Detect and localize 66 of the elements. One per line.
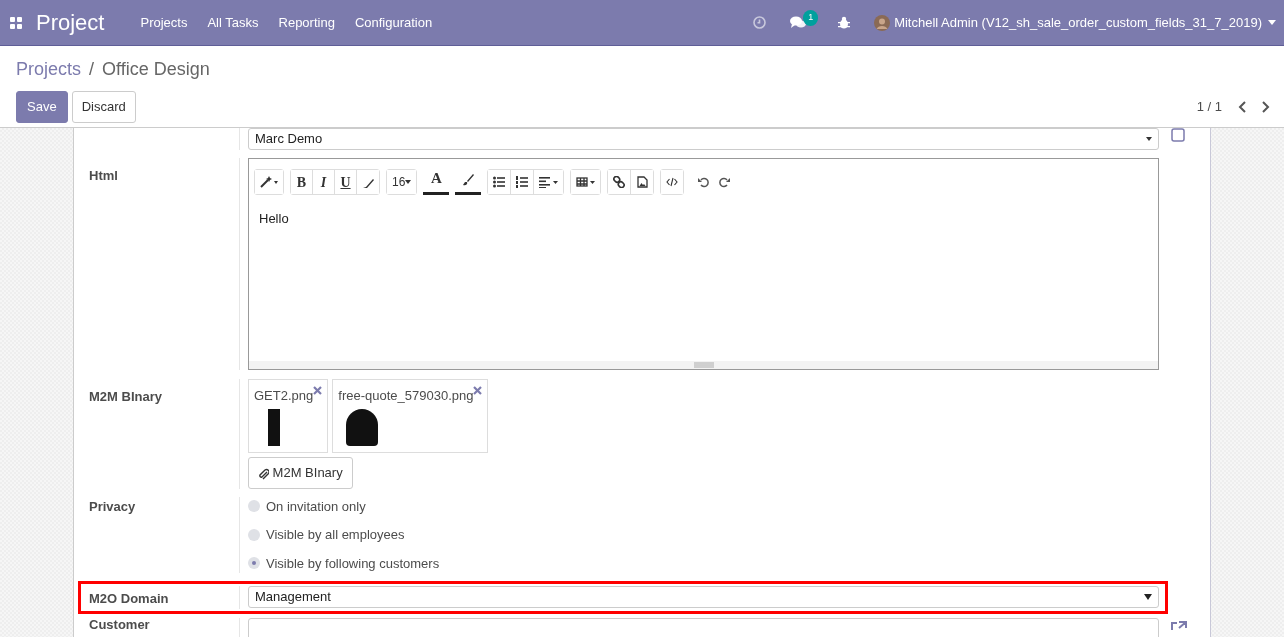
chat-bubbles-icon[interactable]: [790, 16, 807, 29]
dropdown-caret-icon: [1144, 594, 1152, 600]
avatar-icon[interactable]: [874, 14, 891, 31]
undo-icon[interactable]: [698, 176, 711, 188]
field-label: M2M BInary: [89, 389, 162, 404]
redo-icon[interactable]: [718, 176, 731, 188]
menu-item[interactable]: Configuration: [344, 12, 443, 33]
radio-option[interactable]: On invitation only: [248, 496, 1159, 516]
discard-button[interactable]: Discard: [71, 91, 136, 123]
field-label: Privacy: [89, 498, 136, 514]
paperclip-icon: [258, 467, 269, 480]
menu-item[interactable]: All Tasks: [197, 12, 269, 33]
bulleted-list-icon[interactable]: [493, 176, 506, 188]
magic-wand-icon[interactable]: [260, 176, 278, 188]
select-field[interactable]: Marc Demo: [248, 128, 1159, 150]
radio-button[interactable]: [248, 500, 260, 513]
upload-button[interactable]: M2M BInary: [248, 457, 353, 489]
menu-item[interactable]: Reporting: [268, 12, 345, 33]
input-field[interactable]: [248, 617, 1159, 637]
chevron-right-icon[interactable]: [1262, 100, 1270, 113]
radio-option[interactable]: Visible by following customers: [248, 553, 1159, 573]
code-view-icon[interactable]: [666, 176, 679, 188]
breadcrumb-separator: /: [89, 58, 95, 81]
external-link-icon[interactable]: [1171, 619, 1187, 630]
pager-text: 1 / 1: [1196, 98, 1222, 116]
attachment-card[interactable]: free-quote_579030.png: [332, 379, 489, 453]
breadcrumb-link[interactable]: Projects: [16, 56, 82, 83]
image-thumbnail: [268, 408, 280, 446]
user-menu[interactable]: Mitchell Admin (V12_sh_sale_order_custom_fields_31_7_2019): [894, 12, 1262, 33]
editor-text: Hello: [258, 210, 290, 228]
apps-grid-icon[interactable]: [10, 16, 22, 29]
file-name: GET2.png: [254, 387, 314, 405]
numbered-list-icon[interactable]: [516, 176, 529, 188]
resize-handle-icon[interactable]: [693, 362, 714, 368]
remove-icon[interactable]: [313, 386, 323, 395]
clock-icon[interactable]: [753, 16, 767, 29]
app-title: Project: [36, 9, 105, 37]
image-icon[interactable]: [636, 176, 649, 188]
radio-option[interactable]: Visible by all employees: [248, 525, 1159, 545]
paint-brush-icon[interactable]: [462, 173, 475, 186]
caret-icon: [1146, 137, 1152, 141]
field-label: Customer: [89, 616, 150, 632]
radio-button[interactable]: [248, 557, 260, 570]
bug-icon[interactable]: [838, 16, 851, 29]
align-left-icon[interactable]: [539, 176, 559, 188]
html-editor[interactable]: B I U 16 A Hello: [248, 158, 1159, 370]
menu-item[interactable]: Projects: [130, 12, 198, 33]
remove-icon[interactable]: [473, 386, 483, 395]
caret-icon: [405, 180, 412, 184]
radio-button[interactable]: [248, 528, 260, 541]
image-thumbnail: [346, 408, 379, 446]
bold-button[interactable]: B: [291, 170, 313, 194]
chevron-left-icon[interactable]: [1238, 100, 1246, 113]
field-label: Html: [89, 168, 118, 183]
attachment-card[interactable]: GET2.png: [248, 379, 329, 453]
save-button[interactable]: Save: [16, 91, 68, 123]
link-icon[interactable]: [613, 176, 626, 188]
font-size-dropdown[interactable]: 16: [387, 170, 417, 194]
edit-icon[interactable]: [1171, 128, 1185, 142]
caret-icon[interactable]: [1268, 20, 1276, 25]
breadcrumb-current: Office Design: [102, 58, 210, 81]
field-label: M2O Domain: [89, 591, 169, 606]
file-name: free-quote_579030.png: [338, 387, 474, 405]
message-count-badge: 1: [803, 10, 819, 26]
select-field[interactable]: Management: [248, 586, 1159, 608]
table-icon[interactable]: [576, 176, 596, 188]
